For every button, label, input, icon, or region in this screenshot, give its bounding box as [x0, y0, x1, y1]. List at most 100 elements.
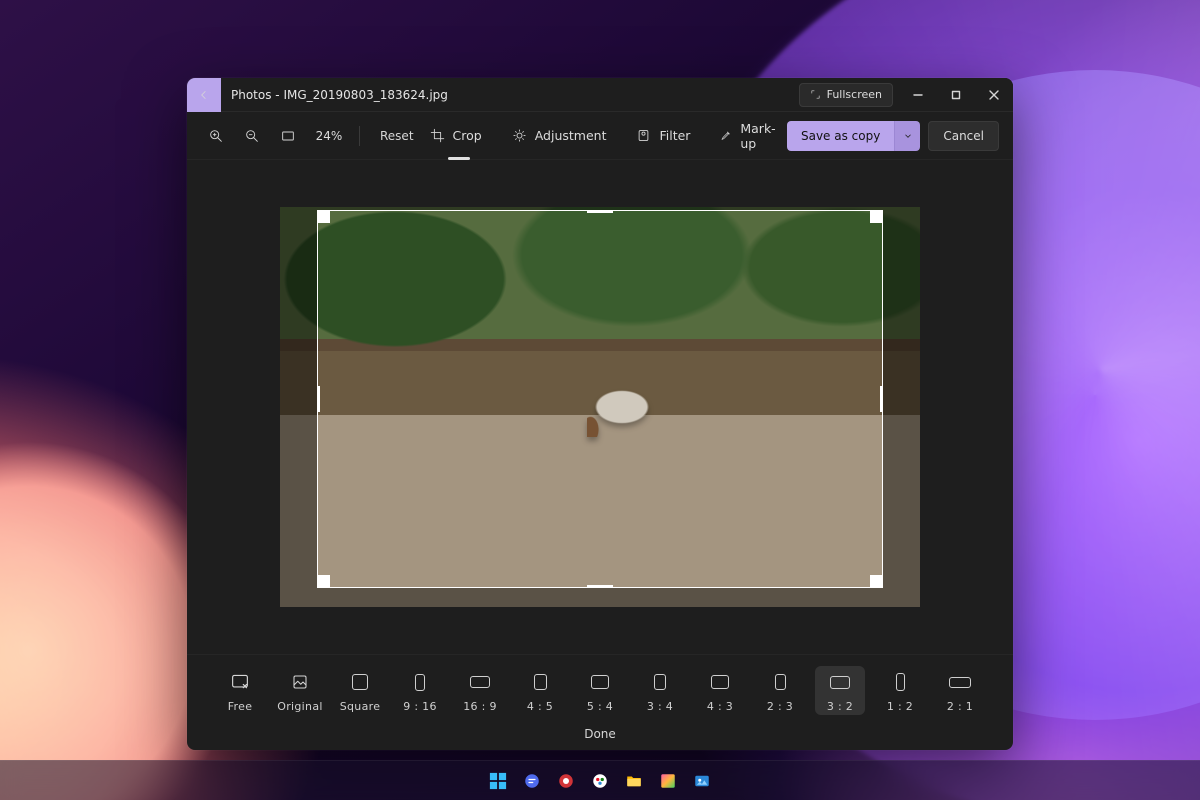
ratio-3-4[interactable]: 3 : 4: [635, 666, 685, 715]
fullscreen-button[interactable]: Fullscreen: [799, 83, 893, 107]
ratio-original[interactable]: Original: [275, 666, 325, 715]
titlebar: Photos - IMG_20190803_183624.jpg Fullscr…: [187, 78, 1013, 112]
chevron-down-icon: [903, 131, 913, 141]
ratio-shape-icon: [654, 674, 666, 690]
tab-markup[interactable]: Mark-up: [720, 118, 781, 154]
image-canvas[interactable]: [187, 160, 1013, 654]
desktop-wallpaper: Photos - IMG_20190803_183624.jpg Fullscr…: [0, 0, 1200, 800]
ratio-label: 2 : 1: [947, 700, 973, 713]
ratio-label: 3 : 4: [647, 700, 673, 713]
fullscreen-label: Fullscreen: [827, 88, 882, 101]
image-cropped-region: [318, 211, 882, 587]
cancel-button[interactable]: Cancel: [928, 121, 999, 151]
taskbar-teams[interactable]: [586, 767, 614, 795]
ratio-1-2[interactable]: 1 : 2: [875, 666, 925, 715]
taskbar-explorer[interactable]: [620, 767, 648, 795]
ratio-4-5[interactable]: 4 : 5: [515, 666, 565, 715]
fit-button[interactable]: [273, 121, 303, 151]
taskbar: [0, 760, 1200, 800]
free-aspect-icon: [230, 673, 250, 691]
divider: [359, 126, 360, 146]
taskbar-chat[interactable]: [518, 767, 546, 795]
ratio-shape-icon: [534, 674, 547, 690]
ratio-9-16[interactable]: 9 : 16: [395, 666, 445, 715]
ratio-4-3[interactable]: 4 : 3: [695, 666, 745, 715]
taskbar-browser[interactable]: [552, 767, 580, 795]
ratio-label: 4 : 5: [527, 700, 553, 713]
crop-handle-top[interactable]: [587, 211, 613, 213]
ratio-16-9[interactable]: 16 : 9: [455, 666, 505, 715]
ratio-2-1[interactable]: 2 : 1: [935, 666, 985, 715]
maximize-button[interactable]: [937, 78, 975, 112]
ratio-shape-icon: [415, 674, 425, 691]
mode-tabs: Crop Adjustment Filter Mark-up: [430, 118, 781, 154]
zoom-in-button[interactable]: [201, 121, 231, 151]
ratio-label: 5 : 4: [587, 700, 613, 713]
ratio-free[interactable]: Free: [215, 666, 265, 715]
tab-markup-label: Mark-up: [740, 121, 781, 151]
save-dropdown-button[interactable]: [894, 121, 920, 151]
original-aspect-icon: [291, 673, 309, 691]
ratio-shape-icon: [949, 677, 971, 688]
tab-filter[interactable]: Filter: [636, 118, 690, 154]
crop-handle-br[interactable]: [870, 575, 882, 587]
back-button[interactable]: [187, 78, 221, 112]
save-split-button: Save as copy: [787, 121, 920, 151]
ratio-shape-icon: [711, 675, 729, 689]
ratio-label: 3 : 2: [827, 700, 853, 713]
tab-adjustment[interactable]: Adjustment: [512, 118, 607, 154]
crop-box[interactable]: [318, 211, 882, 587]
ratio-label: 1 : 2: [887, 700, 913, 713]
editor-toolbar: 24% Reset Crop Adjustment Filter: [187, 112, 1013, 160]
fullscreen-icon: [810, 89, 821, 100]
tab-crop[interactable]: Crop: [430, 118, 482, 154]
ratio-label: 4 : 3: [707, 700, 733, 713]
ratio-label: Free: [228, 700, 253, 713]
taskbar-photos[interactable]: [688, 767, 716, 795]
aspect-ratio-bar: Free Original Square 9 : 16 16 : 9 4 : 5 5 : 4…: [187, 654, 1013, 750]
save-as-copy-button[interactable]: Save as copy: [787, 121, 894, 151]
close-button[interactable]: [975, 78, 1013, 112]
ratio-shape-icon: [352, 674, 368, 690]
crop-handle-right[interactable]: [880, 386, 882, 412]
crop-handle-tr[interactable]: [870, 211, 882, 223]
window-title: Photos - IMG_20190803_183624.jpg: [231, 88, 448, 102]
crop-icon: [430, 128, 445, 143]
crop-handle-left[interactable]: [318, 386, 320, 412]
ratio-shape-icon: [591, 675, 609, 689]
ratio-2-3[interactable]: 2 : 3: [755, 666, 805, 715]
filter-icon: [636, 128, 651, 143]
ratio-label: Square: [340, 700, 381, 713]
ratio-square[interactable]: Square: [335, 666, 385, 715]
crop-handle-bottom[interactable]: [587, 585, 613, 587]
photos-window: Photos - IMG_20190803_183624.jpg Fullscr…: [187, 78, 1013, 750]
tab-crop-label: Crop: [453, 128, 482, 143]
done-button[interactable]: Done: [574, 725, 626, 743]
tab-filter-label: Filter: [659, 128, 690, 143]
zoom-out-button[interactable]: [237, 121, 267, 151]
crop-handle-bl[interactable]: [318, 575, 330, 587]
ratio-label: Original: [277, 700, 322, 713]
ratio-shape-icon: [830, 676, 850, 689]
zoom-value: 24%: [309, 129, 349, 143]
zoom-in-icon: [208, 128, 224, 144]
crop-handle-tl[interactable]: [318, 211, 330, 223]
tab-adjustment-label: Adjustment: [535, 128, 607, 143]
ratio-shape-icon: [896, 673, 905, 691]
ratio-shape-icon: [470, 676, 490, 688]
ratio-label: 9 : 16: [403, 700, 437, 713]
ratio-shape-icon: [775, 674, 786, 690]
taskbar-start[interactable]: [484, 767, 512, 795]
adjustment-icon: [512, 128, 527, 143]
markup-icon: [720, 128, 732, 143]
taskbar-photos-legacy[interactable]: [654, 767, 682, 795]
ratio-5-4[interactable]: 5 : 4: [575, 666, 625, 715]
ratio-label: 2 : 3: [767, 700, 793, 713]
ratio-label: 16 : 9: [463, 700, 497, 713]
ratio-3-2[interactable]: 3 : 2: [815, 666, 865, 715]
minimize-button[interactable]: [899, 78, 937, 112]
image-viewport: [280, 207, 920, 607]
reset-button[interactable]: Reset: [370, 121, 424, 151]
fit-icon: [280, 128, 296, 144]
zoom-out-icon: [244, 128, 260, 144]
